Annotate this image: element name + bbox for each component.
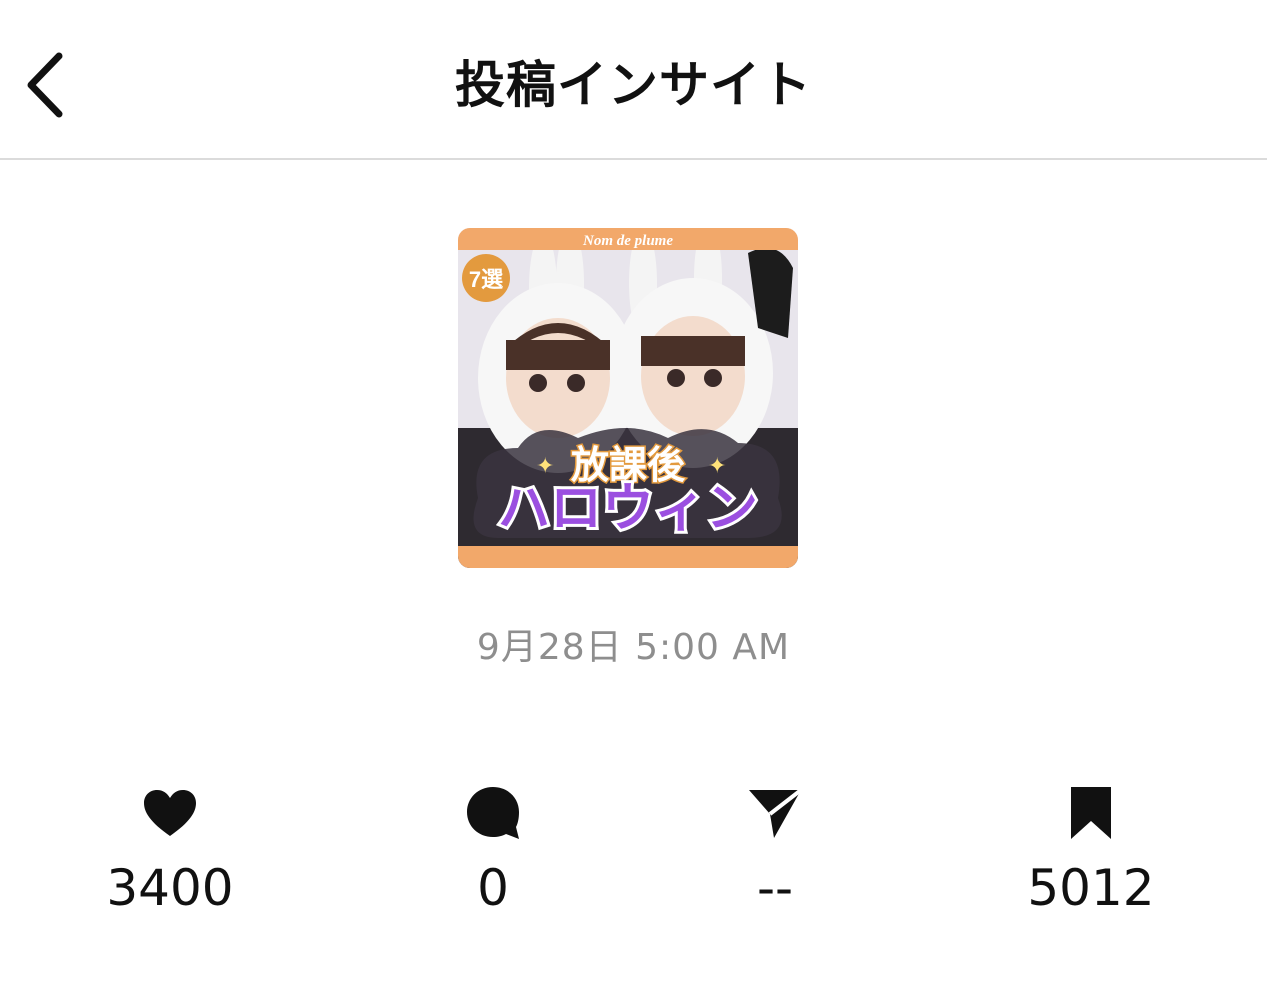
thumbnail-badge: 7選: [469, 267, 503, 292]
metric-likes[interactable]: 3400: [50, 780, 290, 920]
heart-icon: [144, 790, 196, 836]
comment-icon: [467, 787, 519, 839]
shares-count: --: [756, 859, 794, 917]
metric-saves[interactable]: 5012: [971, 780, 1211, 920]
thumbnail-headline-bottom: ハロウィン: [498, 479, 758, 539]
post-timestamp: 9月28日 5:00 AM: [476, 627, 791, 668]
bookmark-icon: [1071, 787, 1111, 839]
sparkle-icon: ✦: [708, 454, 726, 479]
metric-shares[interactable]: --: [655, 780, 895, 920]
header: 投稿インサイト: [0, 0, 1267, 160]
comments-count: 0: [477, 859, 509, 917]
thumbnail-brand: Nom de plume: [582, 233, 673, 249]
sparkle-icon: ✦: [536, 454, 554, 479]
page-title: 投稿インサイト: [455, 56, 812, 114]
metrics-row: 3400 0 -- 5012: [0, 780, 1267, 940]
saves-count: 5012: [1027, 859, 1155, 917]
share-icon: [749, 788, 803, 838]
metric-comments[interactable]: 0: [373, 780, 613, 920]
likes-count: 3400: [106, 859, 234, 917]
post-thumbnail[interactable]: 7選 Nom de plume 放課後 ✦ ✦ ハロウィン: [458, 228, 798, 568]
post-insights-screen: 投稿インサイト 7選 Nom de plume 放課後 ✦ ✦ ハロウィン 9月…: [0, 0, 1267, 987]
